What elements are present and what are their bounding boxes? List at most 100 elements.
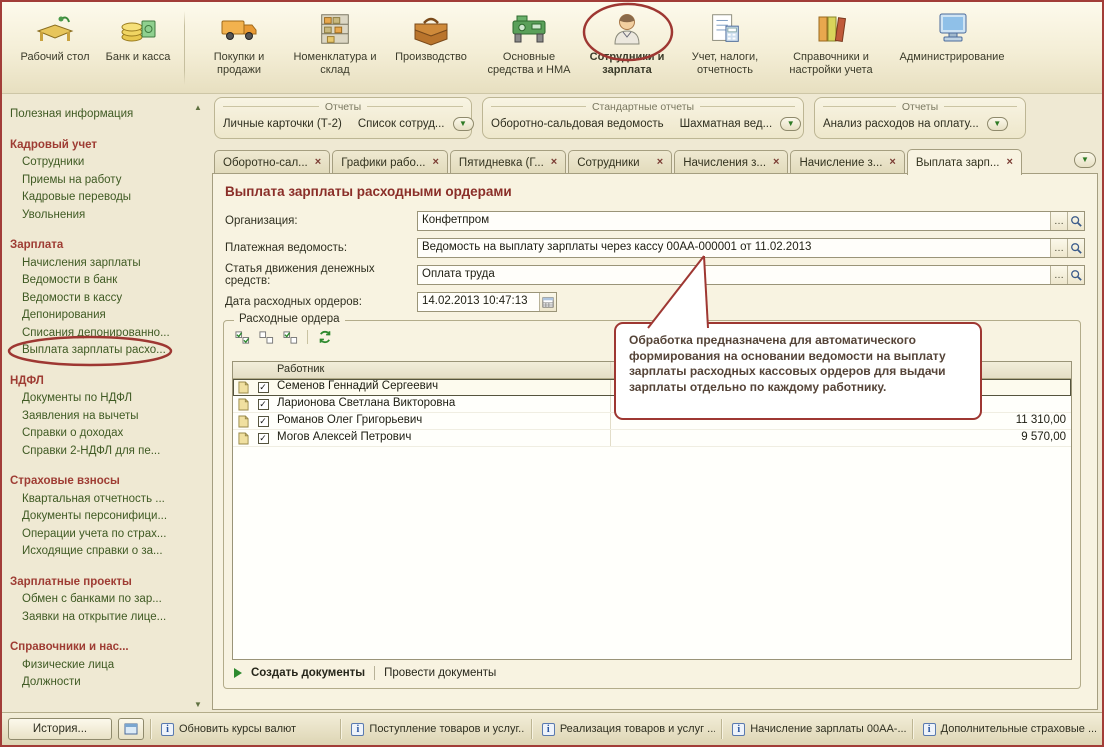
tab-vyplata-zarplaty[interactable]: Выплата зарп...× [907,149,1022,175]
ribbon-item-uchet-nalogi[interactable]: Учет, налоги, отчетность [675,7,775,77]
task-postuplenie-tovarov[interactable]: i Поступление товаров и услуг... [348,723,524,736]
report-link-osv[interactable]: Оборотно-сальдовая ведомость [491,118,664,130]
employee-name[interactable]: Ларионова Светлана Викторовна [273,396,611,412]
cashflow-lookup-button[interactable] [1067,266,1084,284]
ribbon-item-spravochniki-nastroyki[interactable]: Справочники и настройки учета [775,7,887,77]
sidebar-item-kadrovye-perevody[interactable]: Кадровые переводы [10,189,194,207]
tab-oborotno-saldovaya[interactable]: Оборотно-сал...× [214,150,330,174]
sidebar-scroll-up-icon[interactable]: ▲ [191,101,205,114]
table-row[interactable]: ✓ Могов Алексей Петрович 9 570,00 [233,430,1071,447]
cashflow-ellipsis-button[interactable]: … [1050,266,1067,284]
cashflow-item-value[interactable]: Оплата труда [418,266,1050,284]
sidebar-item-nachisleniya-zarplaty[interactable]: Начисления зарплаты [10,255,194,273]
sidebar-item-fizicheskie-litsa[interactable]: Физические лица [10,657,194,675]
row-checkbox[interactable]: ✓ [258,399,269,410]
report-link-shakhmatnaya[interactable]: Шахматная вед... [680,118,773,130]
tab-close-icon[interactable]: × [889,157,895,168]
sidebar-item-iskhodyashchie-spravki[interactable]: Исходящие справки о за... [10,543,194,561]
sidebar-item-spravki-o-dokhodakh[interactable]: Справки о доходах [10,425,194,443]
organization-lookup-button[interactable] [1067,212,1084,230]
employee-name[interactable]: Семенов Геннадий Сергеевич [273,379,611,395]
employee-column-header[interactable]: Работник [273,362,611,378]
task-obnovit-kursy[interactable]: i Обновить курсы валют [158,723,334,736]
report-link-analiz-raskhodov[interactable]: Анализ расходов на оплату... [823,118,979,130]
ribbon-item-nomenklatura-sklad[interactable]: Номенклатура и склад [287,7,383,77]
tab-close-icon[interactable]: × [551,157,557,168]
cashflow-item-field[interactable]: Оплата труда … [417,265,1085,285]
books-icon [811,8,851,50]
sidebar-item-spisaniya-deponirovannykh[interactable]: Списания депонированно... [10,325,194,343]
ribbon-item-administrirovanie[interactable]: Администрирование [887,7,1017,64]
task-nachislenie-zarplaty[interactable]: i Начисление зарплаты 00АА-... [729,723,905,736]
invert-flags-icon[interactable] [280,328,300,346]
sidebar-item-dokumenty-po-ndfl[interactable]: Документы по НДФЛ [10,390,194,408]
set-all-flags-icon[interactable] [232,328,252,346]
tab-close-icon[interactable]: × [315,157,321,168]
amount-value[interactable]: 9 570,00 [611,430,1071,446]
sidebar-item-uvolneniya[interactable]: Увольнения [10,207,194,225]
tab-close-icon[interactable]: × [657,157,663,168]
employee-name[interactable]: Романов Олег Григорьевич [273,413,611,429]
sidebar-item-priemy-na-rabotu[interactable]: Приемы на работу [10,172,194,190]
sidebar-item-operatsii-ucheta-strakh[interactable]: Операции учета по страх... [10,526,194,544]
pay-sheet-ellipsis-button[interactable]: … [1050,239,1067,257]
pay-sheet-lookup-button[interactable] [1067,239,1084,257]
row-checkbox[interactable]: ✓ [258,416,269,427]
ribbon-item-pokupki-prodazhi[interactable]: Покупки и продажи [191,7,287,77]
sidebar-item-obmen-s-bankami[interactable]: Обмен с банками по зар... [10,591,194,609]
row-checkbox[interactable]: ✓ [258,382,269,393]
tab-list-dropdown-button[interactable]: ▼ [1074,152,1096,168]
employee-name[interactable]: Могов Алексей Петрович [273,430,611,446]
truck-icon [219,8,259,50]
sidebar-item-poleznaya-informatsiya[interactable]: Полезная информация [10,106,194,124]
history-button[interactable]: История... [8,718,112,740]
ribbon-item-rabochiy-stol[interactable]: Рабочий стол [12,7,98,64]
ribbon-item-osnovnye-sredstva[interactable]: Основные средства и НМА [479,7,579,77]
row-checkbox[interactable]: ✓ [258,433,269,444]
tab-nachislenie-zarplaty[interactable]: Начисление з...× [790,150,904,174]
panel-dropdown-button[interactable]: ▼ [987,117,1008,131]
tab-close-icon[interactable]: × [773,157,779,168]
post-documents-button[interactable]: Провести документы [384,667,496,679]
sidebar-item-dolzhnosti[interactable]: Должности [10,674,194,692]
panel-dropdown-button[interactable]: ▼ [453,117,474,131]
tab-grafiki-raboty[interactable]: Графики рабо...× [332,150,448,174]
report-link-spisok-sotrudnikov[interactable]: Список сотруд... [358,118,445,130]
clear-all-flags-icon[interactable] [256,328,276,346]
organization-value[interactable]: Конфетпром [418,212,1050,230]
sidebar-item-zayavki-na-otkrytie[interactable]: Заявки на открытие лице... [10,609,194,627]
sidebar-item-vedomosti-v-kassu[interactable]: Ведомости в кассу [10,290,194,308]
task-realizatsiya-tovarov[interactable]: i Реализация товаров и услуг ... [539,723,715,736]
tab-pyatidnevka[interactable]: Пятидневка (Г...× [450,150,566,174]
organization-ellipsis-button[interactable]: … [1050,212,1067,230]
sidebar-item-kvartalnaya-otchetnost[interactable]: Квартальная отчетность ... [10,491,194,509]
pay-sheet-value[interactable]: Ведомость на выплату зарплаты через касс… [418,239,1050,257]
ribbon-item-bank-kassa[interactable]: Банк и касса [98,7,178,64]
ribbon-item-sotrudniki-zarplata[interactable]: Сотрудники и зарплата [579,7,675,77]
sidebar-item-vyplata-zarplaty-raskhodnymi[interactable]: Выплата зарплаты расхо... [10,342,194,360]
sidebar-item-deponirovaniya[interactable]: Депонирования [10,307,194,325]
order-date-calendar-button[interactable] [539,293,556,311]
order-date-value[interactable]: 14.02.2013 10:47:13 [418,293,539,311]
panel-dropdown-button[interactable]: ▼ [780,117,801,131]
tab-sotrudniki[interactable]: Сотрудники× [568,150,672,174]
organization-field[interactable]: Конфетпром … [417,211,1085,231]
ribbon-item-proizvodstvo[interactable]: Производство [383,7,479,64]
sidebar-scroll-down-icon[interactable]: ▼ [191,698,205,711]
sidebar-item-zayavleniya-na-vychety[interactable]: Заявления на вычеты [10,408,194,426]
refresh-icon[interactable] [315,328,335,346]
create-documents-button[interactable]: Создать документы [251,667,365,679]
app-window: Рабочий стол Банк и касса Покупки и прод… [0,0,1104,747]
sidebar-item-spravki-2ndfl[interactable]: Справки 2-НДФЛ для пе... [10,443,194,461]
report-link-lichnye-kartochki[interactable]: Личные карточки (Т-2) [223,118,342,130]
sidebar-item-vedomosti-v-bank[interactable]: Ведомости в банк [10,272,194,290]
tab-close-icon[interactable]: × [432,157,438,168]
pay-sheet-field[interactable]: Ведомость на выплату зарплаты через касс… [417,238,1085,258]
sidebar-item-sotrudniki[interactable]: Сотрудники [10,154,194,172]
tab-close-icon[interactable]: × [1006,157,1012,168]
task-dopolnitelnye-strakhovye[interactable]: i Дополнительные страховые ... [920,723,1096,736]
order-date-field[interactable]: 14.02.2013 10:47:13 [417,292,557,312]
show-windows-button[interactable] [118,718,144,740]
sidebar-item-dokumenty-personifikatsii[interactable]: Документы персонифици... [10,508,194,526]
tab-nachisleniya-zarplaty[interactable]: Начисления з...× [674,150,788,174]
